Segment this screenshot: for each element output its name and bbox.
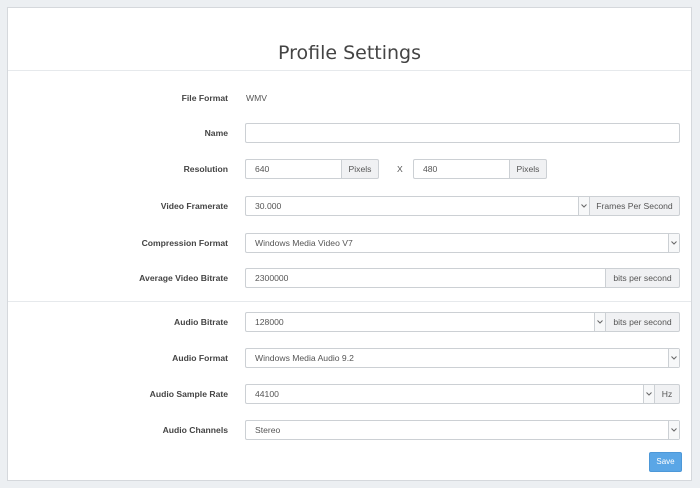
audio-channels-value: Stereo: [255, 425, 281, 435]
compression-format-select[interactable]: Windows Media Video V7: [245, 233, 680, 253]
resolution-width-input[interactable]: 640: [245, 159, 342, 179]
audio-channels-label: Audio Channels: [162, 425, 228, 435]
video-framerate-select[interactable]: 30.000: [245, 196, 590, 216]
audio-sample-rate-unit: Hz: [654, 384, 680, 404]
name-row: Name: [8, 123, 691, 145]
audio-sample-rate-row: Audio Sample Rate 44100 Hz: [8, 384, 691, 406]
audio-bitrate-label: Audio Bitrate: [174, 317, 228, 327]
avg-video-bitrate-unit: bits per second: [605, 268, 680, 288]
compression-format-row: Compression Format Windows Media Video V…: [8, 233, 691, 255]
video-framerate-value: 30.000: [255, 201, 282, 211]
avg-video-bitrate-row: Average Video Bitrate 2300000 bits per s…: [8, 268, 691, 290]
resolution-row: Resolution 640 Pixels X 480 Pixels: [8, 159, 691, 181]
chevron-down-icon[interactable]: [643, 385, 654, 403]
audio-bitrate-value: 128000: [255, 317, 284, 327]
chevron-down-icon[interactable]: [668, 421, 679, 439]
audio-channels-select[interactable]: Stereo: [245, 420, 680, 440]
chevron-down-icon[interactable]: [594, 313, 605, 331]
video-framerate-label: Video Framerate: [160, 201, 228, 211]
audio-format-value: Windows Media Audio 9.2: [255, 353, 354, 363]
audio-sample-rate-select[interactable]: 44100: [245, 384, 655, 404]
resolution-height-value: 480: [423, 164, 438, 174]
profile-settings-card: Profile Settings File Format WMV Name Re…: [7, 7, 692, 481]
name-label: Name: [204, 128, 228, 138]
resolution-separator: X: [397, 164, 403, 174]
file-format-label: File Format: [181, 93, 228, 103]
name-input[interactable]: [245, 123, 680, 143]
chevron-down-icon[interactable]: [668, 234, 679, 252]
section-divider: [8, 301, 691, 302]
resolution-width-unit: Pixels: [341, 159, 379, 179]
title-divider: [8, 70, 691, 71]
video-framerate-row: Video Framerate 30.000 Frames Per Second: [8, 196, 691, 218]
chevron-down-icon[interactable]: [578, 197, 589, 215]
audio-format-select[interactable]: Windows Media Audio 9.2: [245, 348, 680, 368]
file-format-value: WMV: [246, 93, 268, 103]
audio-sample-rate-label: Audio Sample Rate: [149, 389, 228, 399]
avg-video-bitrate-input[interactable]: 2300000: [245, 268, 606, 288]
compression-format-value: Windows Media Video V7: [255, 238, 353, 248]
audio-bitrate-unit: bits per second: [605, 312, 680, 332]
audio-bitrate-row: Audio Bitrate 128000 bits per second: [8, 312, 691, 334]
audio-bitrate-select[interactable]: 128000: [245, 312, 606, 332]
avg-video-bitrate-label: Average Video Bitrate: [139, 273, 228, 283]
video-framerate-unit: Frames Per Second: [589, 196, 680, 216]
audio-format-label: Audio Format: [172, 353, 228, 363]
resolution-height-unit: Pixels: [509, 159, 547, 179]
compression-format-label: Compression Format: [141, 238, 228, 248]
save-button[interactable]: Save: [649, 452, 682, 472]
chevron-down-icon[interactable]: [668, 349, 679, 367]
resolution-width-value: 640: [255, 164, 270, 174]
avg-video-bitrate-value: 2300000: [255, 273, 289, 283]
resolution-height-input[interactable]: 480: [413, 159, 510, 179]
resolution-label: Resolution: [183, 164, 228, 174]
audio-sample-rate-value: 44100: [255, 389, 279, 399]
audio-format-row: Audio Format Windows Media Audio 9.2: [8, 348, 691, 370]
page-title: Profile Settings: [277, 42, 422, 64]
audio-channels-row: Audio Channels Stereo: [8, 420, 691, 442]
file-format-row: File Format WMV: [8, 88, 691, 110]
